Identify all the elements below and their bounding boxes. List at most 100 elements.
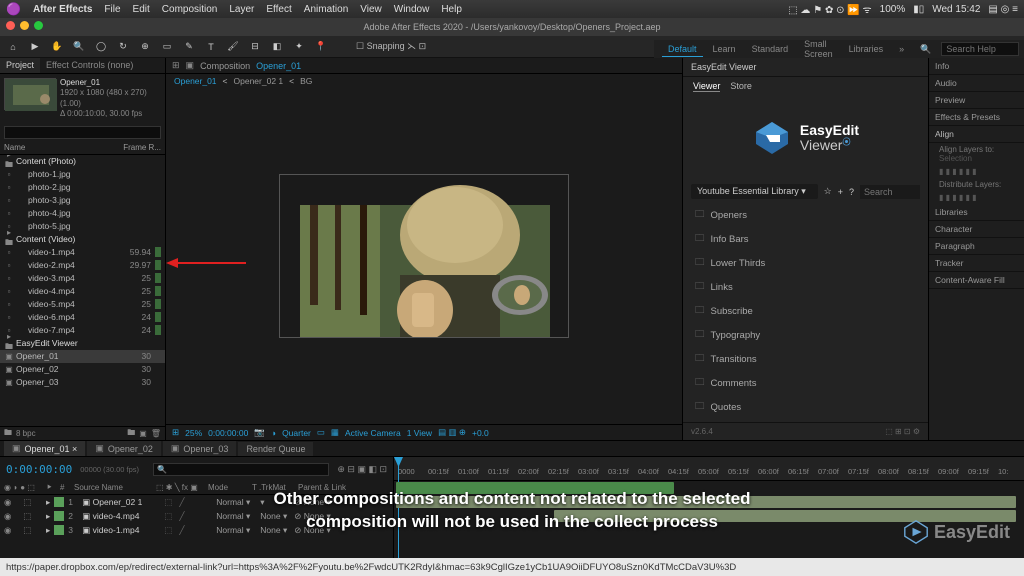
roto-tool-icon[interactable]: ✦ [292,40,306,54]
menu-window[interactable]: Window [394,4,430,15]
region-icon[interactable]: ▭ [317,427,325,438]
view-dd[interactable]: 1 View [407,428,432,438]
transparency-icon[interactable]: ▦ [331,427,339,438]
panel-contentaware[interactable]: Content-Aware Fill [929,272,1024,289]
tree-folder[interactable]: ▸ 🖿Content (Video) [0,233,165,246]
panel-preview[interactable]: Preview [929,92,1024,109]
ws-libraries[interactable]: Libraries [843,42,890,56]
category-item[interactable]: 🗀Links [683,275,928,299]
eraser-tool-icon[interactable]: ◧ [270,40,284,54]
tree-item[interactable]: ▫video-5.mp425 [0,298,165,311]
trash-icon[interactable]: 🗑 [151,429,161,438]
timeline-tab[interactable]: Render Queue [238,442,313,456]
apple-icon[interactable]: 🟣 [6,2,21,16]
panel-paragraph[interactable]: Paragraph [929,238,1024,255]
timeline-tab[interactable]: ▣ Opener_02 [87,441,161,456]
snapping-toggle[interactable]: ☐ Snapping ⋋ ⊡ [356,41,426,52]
text-tool-icon[interactable]: T [204,40,218,54]
panel-character[interactable]: Character [929,221,1024,238]
app-name[interactable]: After Effects [33,4,92,15]
interpret-icon[interactable]: 🖿 [4,427,12,441]
ws-more-icon[interactable]: » [893,42,910,56]
panel-tracker[interactable]: Tracker [929,255,1024,272]
menu-view[interactable]: View [360,4,382,15]
category-item[interactable]: 🗀Quotes [683,395,928,419]
menu-effect[interactable]: Effect [266,4,291,15]
layer-row[interactable]: ◉ ⬚▸1▣ Opener_02 1⬚ ╱ Normal ▾ ▾⊘ None ▾ [0,495,393,509]
pen-tool-icon[interactable]: ✎ [182,40,196,54]
view-opts-icon[interactable]: ▤ ▥ ⊕ [438,427,466,438]
help-icon[interactable]: ? [849,187,854,197]
timeline-tab[interactable]: ▣ Opener_01 × [4,441,85,456]
menu-file[interactable]: File [104,4,120,15]
puppet-tool-icon[interactable]: 📍 [314,40,328,54]
panel-audio[interactable]: Audio [929,75,1024,92]
tree-item[interactable]: ▫video-3.mp425 [0,272,165,285]
category-item[interactable]: 🗀Openers [683,203,928,227]
resolution-dd[interactable]: Quarter [282,428,311,438]
tree-comp[interactable]: ▣Opener_0330 [0,376,165,389]
panel-libraries[interactable]: Libraries [929,204,1024,221]
library-dropdown[interactable]: Youtube Essential Library ▾ [691,184,818,199]
zoom-level[interactable]: 25% [185,428,202,438]
new-comp-icon[interactable]: ▣ [139,429,147,438]
camera-dd[interactable]: Active Camera [345,428,401,438]
add-icon[interactable]: + [838,187,843,197]
tree-item[interactable]: ▫video-4.mp425 [0,285,165,298]
plugin-foot-icons[interactable]: ⬚ ⊞ ⊡ ⚙ [885,427,920,436]
tree-item[interactable]: ▫photo-5.jpg [0,220,165,233]
traffic-lights[interactable] [6,21,43,30]
tree-item[interactable]: ▫video-2.mp429.97 [0,259,165,272]
plugin-tab-store[interactable]: Store [730,81,752,92]
panel-info[interactable]: Info [929,58,1024,75]
plugin-search-input[interactable] [860,185,920,199]
composition-viewer[interactable] [279,174,569,338]
grid-icon[interactable]: ⊞ [172,427,179,438]
timeline-opts[interactable]: ⊕ ⊟ ▣ ◧ ⊡ [337,464,387,475]
hand-tool-icon[interactable]: ✋ [50,40,64,54]
breadcrumb-0[interactable]: Opener_01 [174,76,217,86]
stamp-tool-icon[interactable]: ⊟ [248,40,262,54]
layer-row[interactable]: ◉ ⬚▸3▣ video-1.mp4⬚ ╱ Normal ▾None ▾⊘ No… [0,523,393,537]
col-name[interactable]: Name [4,143,123,152]
project-tree[interactable]: ▸ 🖿Content (Photo)▫photo-1.jpg▫photo-2.j… [0,155,165,426]
exposure[interactable]: +0.0 [472,428,489,438]
category-item[interactable]: 🗀Lower Thirds [683,251,928,275]
tree-folder[interactable]: ▸ 🖿Content (Photo) [0,155,165,168]
panel-align[interactable]: Align [929,126,1024,143]
category-item[interactable]: 🗀Typography [683,323,928,347]
menu-help[interactable]: Help [441,4,462,15]
tab-effect-controls[interactable]: Effect Controls (none) [40,58,139,73]
tree-item[interactable]: ▫photo-4.jpg [0,207,165,220]
bpc-toggle[interactable]: 8 bpc [16,429,36,438]
col-framerate[interactable]: Frame R... [123,143,161,152]
orbit-tool-icon[interactable]: ◯ [94,40,108,54]
project-search-input[interactable] [4,126,161,139]
ws-standard[interactable]: Standard [746,42,795,56]
fav-icon[interactable]: ☆ [824,186,832,197]
tree-item[interactable]: ▫photo-1.jpg [0,168,165,181]
layer-row[interactable]: ◉ ⬚▸2▣ video-4.mp4⬚ ╱ Normal ▾None ▾⊘ No… [0,509,393,523]
category-item[interactable]: 🗀Transitions [683,347,928,371]
anchor-tool-icon[interactable]: ⊕ [138,40,152,54]
tree-item[interactable]: ▫photo-3.jpg [0,194,165,207]
selection-tool-icon[interactable]: ▶ [28,40,42,54]
timeline-ruler[interactable]: 000000:15f01:00f01:15f02:00f02:15f03:00f… [394,457,1024,481]
channel-icon[interactable]: ◑ [271,428,276,438]
home-icon[interactable]: ⌂ [6,40,20,54]
ws-learn[interactable]: Learn [707,42,742,56]
tab-project[interactable]: Project [0,58,40,73]
snapshot-icon[interactable]: 📷 [254,427,265,438]
tree-item[interactable]: ▫video-7.mp424 [0,324,165,337]
flow-icon[interactable]: ⊞ [172,60,180,71]
menu-animation[interactable]: Animation [304,4,348,15]
zoom-tool-icon[interactable]: 🔍 [72,40,86,54]
tree-folder[interactable]: ▸ 🖿EasyEdit Viewer [0,337,165,350]
timeline-clip[interactable] [554,510,1016,522]
breadcrumb-1[interactable]: Opener_02 1 [234,76,284,86]
new-folder-icon[interactable]: 🖿 [127,427,135,441]
menu-edit[interactable]: Edit [133,4,150,15]
search-help-input[interactable] [941,42,1019,56]
timeline-clip[interactable] [396,482,674,494]
shape-tool-icon[interactable]: ▭ [160,40,174,54]
